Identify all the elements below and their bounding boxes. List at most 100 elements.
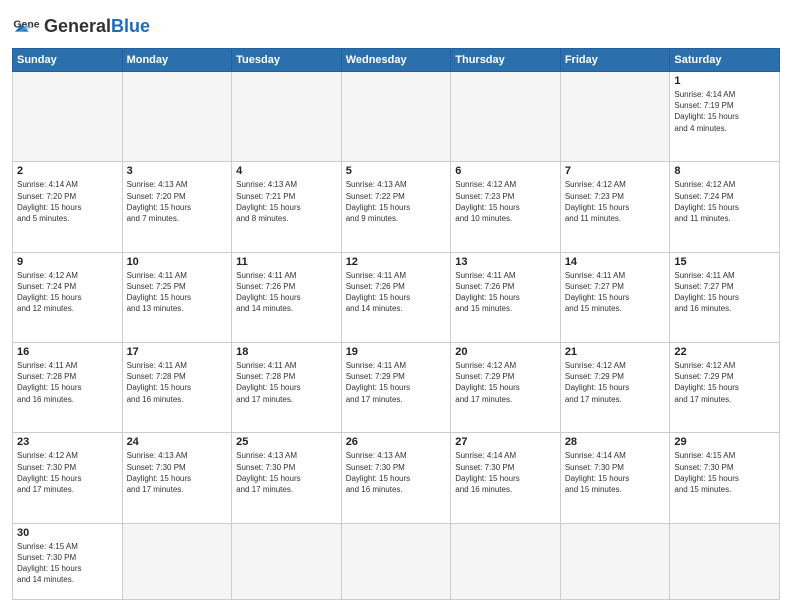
day-number: 19 <box>346 346 447 358</box>
day-info: Sunrise: 4:11 AM Sunset: 7:28 PM Dayligh… <box>17 360 118 405</box>
day-number: 5 <box>346 165 447 177</box>
day-number: 22 <box>674 346 775 358</box>
day-info: Sunrise: 4:14 AM Sunset: 7:19 PM Dayligh… <box>674 89 775 134</box>
calendar-day-22: 22 Sunrise: 4:12 AM Sunset: 7:29 PM Dayli… <box>670 343 780 433</box>
calendar-day-14: 14 Sunrise: 4:11 AM Sunset: 7:27 PM Dayli… <box>560 252 670 342</box>
calendar-day-1: 1 Sunrise: 4:14 AM Sunset: 7:19 PM Daylig… <box>670 72 780 162</box>
calendar-day-27: 27 Sunrise: 4:14 AM Sunset: 7:30 PM Dayli… <box>451 433 561 523</box>
day-info: Sunrise: 4:12 AM Sunset: 7:23 PM Dayligh… <box>455 179 556 224</box>
day-number: 21 <box>565 346 666 358</box>
day-info: Sunrise: 4:11 AM Sunset: 7:29 PM Dayligh… <box>346 360 447 405</box>
header: General GeneralBlue <box>12 12 780 40</box>
calendar-day-28: 28 Sunrise: 4:14 AM Sunset: 7:30 PM Dayli… <box>560 433 670 523</box>
calendar-day-25: 25 Sunrise: 4:13 AM Sunset: 7:30 PM Dayli… <box>232 433 342 523</box>
calendar-day-11: 11Sunrise: 4:11 AM Sunset: 7:26 PM Dayli… <box>232 252 342 342</box>
day-number: 18 <box>236 346 337 358</box>
weekday-header-monday: Monday <box>122 49 232 72</box>
calendar-day-9: 9 Sunrise: 4:12 AM Sunset: 7:24 PM Daylig… <box>13 252 123 342</box>
day-info: Sunrise: 4:11 AM Sunset: 7:26 PM Dayligh… <box>455 270 556 315</box>
calendar-day-empty <box>341 72 451 162</box>
weekday-header-saturday: Saturday <box>670 49 780 72</box>
day-number: 14 <box>565 256 666 268</box>
day-number: 12 <box>346 256 447 268</box>
weekday-header-sunday: Sunday <box>13 49 123 72</box>
day-info: Sunrise: 4:11 AM Sunset: 7:26 PM Dayligh… <box>346 270 447 315</box>
calendar-day-20: 20Sunrise: 4:12 AM Sunset: 7:29 PM Dayli… <box>451 343 561 433</box>
logo-text: GeneralBlue <box>44 16 150 37</box>
calendar-day-24: 24 Sunrise: 4:13 AM Sunset: 7:30 PM Dayli… <box>122 433 232 523</box>
day-info: Sunrise: 4:15 AM Sunset: 7:30 PM Dayligh… <box>17 541 118 586</box>
day-number: 16 <box>17 346 118 358</box>
day-number: 30 <box>17 527 118 539</box>
day-info: Sunrise: 4:13 AM Sunset: 7:30 PM Dayligh… <box>127 450 228 495</box>
calendar-day-4: 4 Sunrise: 4:13 AM Sunset: 7:21 PM Daylig… <box>232 162 342 252</box>
day-info: Sunrise: 4:13 AM Sunset: 7:22 PM Dayligh… <box>346 179 447 224</box>
day-number: 9 <box>17 256 118 268</box>
day-number: 1 <box>674 75 775 87</box>
day-number: 25 <box>236 436 337 448</box>
calendar-day-empty <box>560 523 670 599</box>
calendar-day-8: 8Sunrise: 4:12 AM Sunset: 7:24 PM Daylig… <box>670 162 780 252</box>
day-number: 13 <box>455 256 556 268</box>
day-number: 28 <box>565 436 666 448</box>
calendar-table: SundayMondayTuesdayWednesdayThursdayFrid… <box>12 48 780 600</box>
day-info: Sunrise: 4:12 AM Sunset: 7:29 PM Dayligh… <box>674 360 775 405</box>
day-info: Sunrise: 4:14 AM Sunset: 7:30 PM Dayligh… <box>565 450 666 495</box>
calendar-day-5: 5 Sunrise: 4:13 AM Sunset: 7:22 PM Daylig… <box>341 162 451 252</box>
logo: General GeneralBlue <box>12 12 150 40</box>
day-info: Sunrise: 4:11 AM Sunset: 7:28 PM Dayligh… <box>127 360 228 405</box>
day-number: 24 <box>127 436 228 448</box>
calendar-day-12: 12 Sunrise: 4:11 AM Sunset: 7:26 PM Dayli… <box>341 252 451 342</box>
calendar-day-empty <box>451 523 561 599</box>
calendar-day-15: 15Sunrise: 4:11 AM Sunset: 7:27 PM Dayli… <box>670 252 780 342</box>
day-info: Sunrise: 4:13 AM Sunset: 7:30 PM Dayligh… <box>236 450 337 495</box>
calendar-day-29: 29Sunrise: 4:15 AM Sunset: 7:30 PM Dayli… <box>670 433 780 523</box>
calendar-day-empty <box>560 72 670 162</box>
weekday-header-tuesday: Tuesday <box>232 49 342 72</box>
calendar-day-empty <box>122 72 232 162</box>
calendar-day-18: 18Sunrise: 4:11 AM Sunset: 7:28 PM Dayli… <box>232 343 342 433</box>
calendar-day-19: 19 Sunrise: 4:11 AM Sunset: 7:29 PM Dayli… <box>341 343 451 433</box>
calendar-day-13: 13 Sunrise: 4:11 AM Sunset: 7:26 PM Dayli… <box>451 252 561 342</box>
calendar-day-empty <box>13 72 123 162</box>
day-info: Sunrise: 4:11 AM Sunset: 7:25 PM Dayligh… <box>127 270 228 315</box>
calendar-day-10: 10 Sunrise: 4:11 AM Sunset: 7:25 PM Dayli… <box>122 252 232 342</box>
weekday-header-wednesday: Wednesday <box>341 49 451 72</box>
calendar-week-row: 9 Sunrise: 4:12 AM Sunset: 7:24 PM Daylig… <box>13 252 780 342</box>
calendar-day-empty <box>341 523 451 599</box>
day-number: 23 <box>17 436 118 448</box>
day-info: Sunrise: 4:11 AM Sunset: 7:27 PM Dayligh… <box>565 270 666 315</box>
day-info: Sunrise: 4:13 AM Sunset: 7:20 PM Dayligh… <box>127 179 228 224</box>
calendar-day-2: 2Sunrise: 4:14 AM Sunset: 7:20 PM Daylig… <box>13 162 123 252</box>
day-info: Sunrise: 4:13 AM Sunset: 7:30 PM Dayligh… <box>346 450 447 495</box>
calendar-day-empty <box>232 72 342 162</box>
calendar-week-row: 16 Sunrise: 4:11 AM Sunset: 7:28 PM Dayli… <box>13 343 780 433</box>
day-info: Sunrise: 4:15 AM Sunset: 7:30 PM Dayligh… <box>674 450 775 495</box>
day-number: 17 <box>127 346 228 358</box>
day-info: Sunrise: 4:12 AM Sunset: 7:24 PM Dayligh… <box>17 270 118 315</box>
day-number: 27 <box>455 436 556 448</box>
calendar-day-23: 23 Sunrise: 4:12 AM Sunset: 7:30 PM Dayli… <box>13 433 123 523</box>
day-number: 10 <box>127 256 228 268</box>
day-number: 26 <box>346 436 447 448</box>
day-info: Sunrise: 4:12 AM Sunset: 7:29 PM Dayligh… <box>455 360 556 405</box>
calendar-day-21: 21Sunrise: 4:12 AM Sunset: 7:29 PM Dayli… <box>560 343 670 433</box>
calendar-day-empty <box>451 72 561 162</box>
calendar-day-3: 3Sunrise: 4:13 AM Sunset: 7:20 PM Daylig… <box>122 162 232 252</box>
day-info: Sunrise: 4:13 AM Sunset: 7:21 PM Dayligh… <box>236 179 337 224</box>
calendar-day-empty <box>670 523 780 599</box>
day-info: Sunrise: 4:12 AM Sunset: 7:24 PM Dayligh… <box>674 179 775 224</box>
day-info: Sunrise: 4:12 AM Sunset: 7:23 PM Dayligh… <box>565 179 666 224</box>
day-number: 6 <box>455 165 556 177</box>
calendar-day-26: 26 Sunrise: 4:13 AM Sunset: 7:30 PM Dayli… <box>341 433 451 523</box>
day-number: 7 <box>565 165 666 177</box>
day-info: Sunrise: 4:14 AM Sunset: 7:30 PM Dayligh… <box>455 450 556 495</box>
page: General GeneralBlue SundayMondayTuesdayW… <box>0 0 792 612</box>
weekday-header-friday: Friday <box>560 49 670 72</box>
day-number: 4 <box>236 165 337 177</box>
calendar-week-row: 1 Sunrise: 4:14 AM Sunset: 7:19 PM Daylig… <box>13 72 780 162</box>
general-blue-icon: General <box>12 12 40 40</box>
calendar-day-17: 17 Sunrise: 4:11 AM Sunset: 7:28 PM Dayli… <box>122 343 232 433</box>
day-info: Sunrise: 4:12 AM Sunset: 7:30 PM Dayligh… <box>17 450 118 495</box>
day-number: 15 <box>674 256 775 268</box>
